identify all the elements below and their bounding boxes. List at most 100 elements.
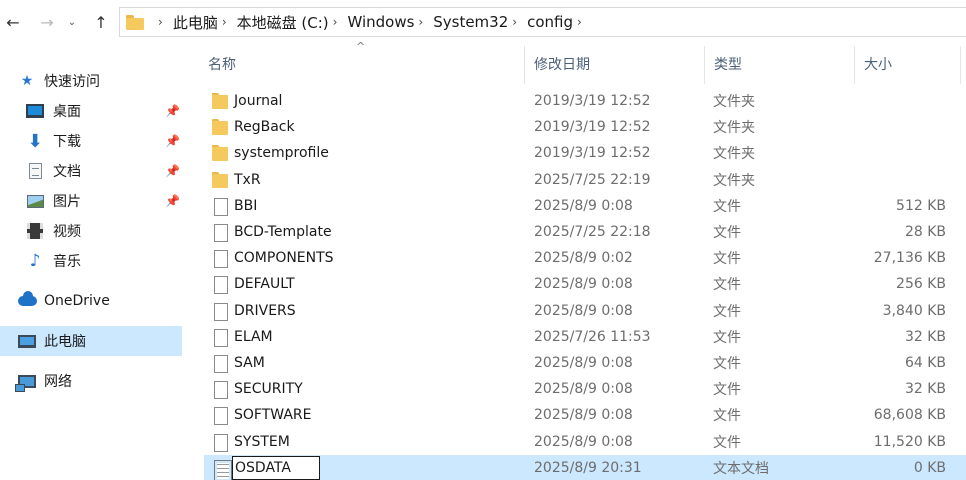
sidebar-item-label: 桌面 [53,104,81,120]
file-date-modified: 2025/8/9 0:02 [534,250,633,267]
file-row[interactable]: systemprofile 2019/3/19 12:52 文件夹 [204,140,966,166]
file-row[interactable]: SAM 2025/8/9 0:08 文件 64 KB [204,350,966,376]
sidebar-item-network[interactable]: 网络 [0,366,182,396]
file-date-modified: 2025/8/9 20:31 [534,459,642,476]
file-icon [211,197,229,216]
star-icon: ★ [20,73,34,89]
file-size: 28 KB [904,224,946,240]
file-size: 512 KB [896,197,946,214]
folder-icon [211,171,229,189]
rename-input[interactable] [232,455,320,480]
file-icon [211,433,229,452]
column-header-date-modified[interactable]: 修改日期 [534,44,590,84]
sidebar-item-label: 文档 [53,164,81,180]
file-name: TxR [234,171,261,188]
file-row[interactable]: RegBack 2019/3/19 12:52 文件夹 [204,114,966,140]
file-row[interactable]: SYSTEM 2025/8/9 0:08 文件 11,520 KB [204,429,966,455]
file-date-modified: 2025/7/26 11:53 [534,328,651,345]
file-size: 11,520 KB [873,433,946,450]
chevron-right-icon[interactable]: › [577,15,582,29]
sidebar-item-onedrive[interactable]: OneDrive [0,286,182,316]
document-icon [24,161,46,181]
file-type: 文件夹 [713,94,755,110]
column-divider[interactable] [524,46,525,84]
column-divider[interactable] [704,46,705,84]
chevron-right-icon[interactable]: › [158,15,163,29]
sidebar-item-this-pc[interactable]: 此电脑 [0,326,182,356]
pin-icon[interactable]: 📌 [165,104,180,118]
column-divider[interactable] [960,46,961,84]
file-name: RegBack [234,119,295,136]
sidebar-item-label: 图片 [53,194,81,210]
pin-icon[interactable]: 📌 [165,194,180,208]
file-type: 文件夹 [713,120,755,137]
column-header-name[interactable]: 名称 [208,44,236,84]
file-date-modified: 2025/8/9 0:08 [534,433,633,450]
file-type: 文件夹 [713,146,755,163]
file-type: 文件 [713,225,741,241]
file-date-modified: 2019/3/19 12:52 [534,119,651,136]
file-row[interactable]: BCD-Template 2025/7/25 22:18 文件 28 KB [204,219,966,245]
file-name: SYSTEM [234,433,290,450]
column-header-size[interactable]: 大小 [864,44,892,84]
forward-arrow-icon[interactable]: → [36,10,58,34]
sort-ascending-icon: ^ [356,40,366,53]
folder-icon [211,144,229,162]
file-size: 64 KB [904,355,946,371]
breadcrumb-item-config[interactable]: config [527,13,573,31]
file-row[interactable]: COMPONENTS 2025/8/9 0:02 文件 27,136 KB [204,245,966,271]
file-date-modified: 2019/3/19 12:52 [534,145,651,162]
sidebar-item-music[interactable]: ♪ 音乐 [0,246,182,276]
sidebar-item-quick-access[interactable]: ★ 快速访问 [0,66,182,96]
file-icon [211,380,229,400]
file-type: 文件 [713,277,741,294]
file-row[interactable]: TxR 2025/7/25 22:19 文件夹 [204,167,966,193]
file-icon [211,223,229,242]
sidebar-item-label: 下载 [53,134,81,150]
chevron-right-icon[interactable]: › [512,15,517,29]
file-row[interactable]: 2025/8/9 20:31 文本文档 0 KB [204,454,966,480]
breadcrumb-item-windows[interactable]: Windows [347,13,414,31]
file-name: SAM [234,355,265,371]
file-name: SECURITY [234,381,303,398]
sidebar-item-videos[interactable]: 视频 [0,216,182,246]
up-arrow-icon[interactable]: ↑ [90,10,112,34]
sidebar-item-desktop[interactable]: 桌面 📌 [0,96,182,126]
file-icon [211,275,229,295]
pin-icon[interactable]: 📌 [165,134,180,148]
file-date-modified: 2025/8/9 0:08 [534,381,633,398]
column-header-type[interactable]: 类型 [714,44,742,84]
breadcrumb-item-this-pc[interactable]: 此电脑 [173,12,218,33]
sidebar-item-downloads[interactable]: ⬇ 下载 📌 [0,126,182,156]
file-row[interactable]: DEFAULT 2025/8/9 0:08 文件 256 KB [204,271,966,297]
computer-icon [16,331,38,351]
file-size: 32 KB [904,381,946,398]
file-row[interactable]: ELAM 2025/7/26 11:53 文件 32 KB [204,324,966,350]
music-icon: ♪ [29,251,41,271]
breadcrumb-item-local-disk[interactable]: 本地磁盘 (C:) [237,12,329,33]
file-row[interactable]: SOFTWARE 2025/8/9 0:08 文件 68,608 KB [204,402,966,428]
file-row[interactable]: Journal 2019/3/19 12:52 文件夹 [204,88,966,114]
sidebar-item-label: 视频 [53,224,81,240]
back-arrow-icon[interactable]: ← [2,10,24,34]
column-divider[interactable] [854,46,855,84]
breadcrumb[interactable]: › 此电脑 › 本地磁盘 (C:) › Windows › System32 ›… [119,7,966,37]
chevron-right-icon[interactable]: › [418,15,423,29]
file-row[interactable]: DRIVERS 2025/8/9 0:08 文件 3,840 KB [204,298,966,324]
recent-locations-chevron-down-icon[interactable]: ⌄ [64,10,80,34]
file-date-modified: 2025/8/9 0:08 [534,407,633,424]
sidebar-item-label: 音乐 [53,254,81,270]
pin-icon[interactable]: 📌 [165,164,180,178]
sidebar-item-documents[interactable]: 文档 📌 [0,156,182,186]
file-type: 文件 [713,382,741,399]
sidebar-item-pictures[interactable]: 图片 📌 [0,186,182,216]
file-row[interactable]: BBI 2025/8/9 0:08 文件 512 KB [204,193,966,219]
file-row[interactable]: SECURITY 2025/8/9 0:08 文件 32 KB [204,376,966,402]
chevron-right-icon[interactable]: › [222,15,227,29]
chevron-right-icon[interactable]: › [333,15,338,29]
network-icon [15,371,38,392]
breadcrumb-item-system32[interactable]: System32 [433,13,508,31]
desktop-icon [24,101,46,121]
file-type: 文件 [713,303,741,320]
file-size: 256 KB [896,276,946,293]
